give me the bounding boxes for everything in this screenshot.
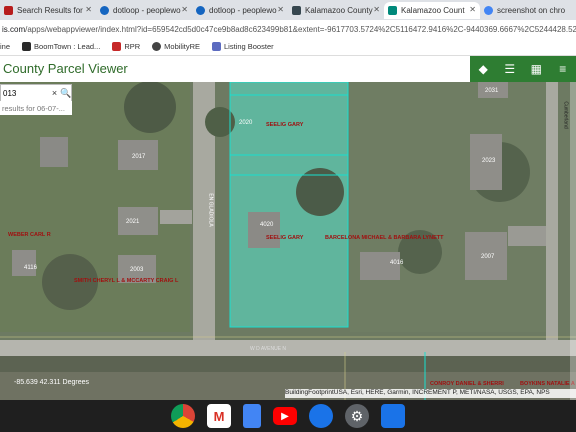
aerial-imagery — [0, 82, 576, 400]
favicon-icon — [100, 6, 109, 15]
house-number: 2023 — [482, 158, 496, 164]
rpr-icon — [112, 42, 122, 51]
owner-label: BOYKINS NATALIE A — [520, 381, 575, 387]
favicon-icon — [388, 6, 397, 15]
street-label: EN GLADIOLA — [207, 193, 214, 227]
search-icon[interactable]: 🔍 — [60, 88, 71, 99]
house-number: 4016 — [390, 260, 404, 266]
owner-label: SEELIG GARY — [266, 122, 304, 128]
url-host: is.com — [2, 24, 26, 34]
bookmark-label: MobilityRE — [164, 42, 200, 51]
google-icon — [484, 6, 493, 15]
owner-label: WEBER CARL R — [8, 232, 51, 238]
owner-label: SMITH CHERYL L & MCCARTY CRAIG L — [74, 278, 179, 284]
browser-tab-active[interactable]: Kalamazoo Count ✕ — [384, 2, 480, 19]
address-bar[interactable]: is.com/apps/webappviewer/index.html?id=6… — [0, 20, 576, 38]
bookmark-item[interactable]: Listing Booster — [212, 42, 274, 51]
tab-label: screenshot on chro — [497, 6, 566, 15]
house-number: 2021 — [126, 219, 140, 225]
map-canvas[interactable]: SEELIG GARY SEELIG GARY BARCELONA MICHAE… — [0, 82, 576, 400]
map-attribution: BuildingFootprintUSA, Esri, HERE, Garmin… — [285, 389, 576, 398]
bookmarks-bar: ine BoomTown : Lead... RPR MobilityRE Li… — [0, 38, 576, 56]
url-path: /apps/webappviewer/index.html?id=659542c… — [25, 24, 576, 34]
close-tab-icon[interactable]: ✕ — [373, 5, 380, 14]
toolbar: ◆ ☰ ▦ ≡ — [470, 56, 576, 82]
road-label: W D AVENUE N — [250, 346, 287, 352]
boomtown-icon — [22, 42, 32, 51]
house-number: 2007 — [481, 254, 495, 260]
house-number: 2017 — [132, 154, 146, 160]
menu-icon[interactable]: ≡ — [550, 56, 576, 82]
browser-tab[interactable]: dotloop - peoplewo ✕ — [192, 2, 288, 19]
grid-icon[interactable]: ▦ — [523, 56, 550, 82]
bookmark-label: RPR — [124, 42, 141, 51]
tab-strip: Search Results for ✕ dotloop - peoplewo … — [0, 0, 576, 20]
house-number: 4020 — [260, 222, 274, 228]
owner-label: CONROY DANIEL & SHERRI — [430, 381, 504, 387]
close-tab-icon[interactable]: ✕ — [469, 5, 476, 14]
favicon-icon — [292, 6, 301, 15]
close-tab-icon[interactable]: ✕ — [181, 5, 188, 14]
clear-search-icon[interactable]: × — [49, 88, 60, 98]
bookmark-item[interactable]: ine — [0, 42, 10, 51]
bookmark-label: Listing Booster — [224, 42, 274, 51]
owner-label: BARCELONA MICHAEL & BARBARA LYNETT — [325, 235, 444, 241]
bookmark-item[interactable]: BoomTown : Lead... — [22, 42, 100, 51]
owner-label: SEELIG GARY — [266, 235, 304, 241]
youtube-icon[interactable]: ▶ — [273, 407, 297, 425]
browser-tab[interactable]: Search Results for ✕ — [0, 2, 96, 19]
layers-icon[interactable]: ◆ — [470, 56, 497, 82]
bookmark-label: BoomTown : Lead... — [34, 42, 101, 51]
close-tab-icon[interactable]: ✕ — [277, 5, 284, 14]
list-icon[interactable]: ☰ — [497, 56, 524, 82]
app-header: County Parcel Viewer ◆ ☰ ▦ ≡ — [0, 56, 576, 83]
tab-label: dotloop - peoplewo — [113, 6, 181, 15]
os-shelf: M ▶ ⚙ — [0, 400, 576, 432]
listing-booster-icon — [212, 42, 221, 51]
chrome-icon[interactable] — [171, 404, 195, 428]
close-tab-icon[interactable]: ✕ — [85, 5, 92, 14]
search-result-hint[interactable]: results for 06-07-... — [0, 101, 72, 115]
search-input[interactable] — [1, 88, 49, 98]
bookmark-item[interactable]: RPR — [112, 42, 140, 51]
browser-tab[interactable]: dotloop - peoplewo ✕ — [96, 2, 192, 19]
favicon-icon — [4, 6, 13, 15]
bookmark-label: ine — [0, 42, 11, 51]
house-number: 2031 — [485, 88, 499, 94]
docs-icon[interactable] — [243, 404, 261, 428]
url-text[interactable]: is.com/apps/webappviewer/index.html?id=6… — [0, 25, 576, 34]
gmail-icon[interactable]: M — [207, 404, 231, 428]
street-label: Cumberland — [562, 101, 569, 129]
app-title: County Parcel Viewer — [3, 61, 128, 76]
parcel-search-widget: × 🔍 — [0, 84, 72, 102]
browser-tab[interactable]: screenshot on chro — [480, 2, 576, 19]
house-number: 2003 — [130, 267, 144, 273]
house-number: 4116 — [24, 265, 37, 271]
tab-label: Kalamazoo Count — [401, 6, 465, 15]
coordinate-readout: -85.639 42.311 Degrees — [14, 379, 89, 386]
browser-tab[interactable]: Kalamazoo County ✕ — [288, 2, 384, 19]
files-icon[interactable] — [381, 404, 405, 428]
tab-label: Search Results for — [17, 6, 83, 15]
map-scrollbar[interactable] — [570, 82, 576, 400]
tab-label: dotloop - peoplewo — [209, 6, 277, 15]
messages-icon[interactable] — [309, 404, 333, 428]
mobilityre-icon — [152, 42, 162, 51]
house-number: 2020 — [239, 120, 253, 126]
tab-label: Kalamazoo County — [305, 6, 373, 15]
favicon-icon — [196, 6, 205, 15]
bookmark-item[interactable]: MobilityRE — [152, 42, 200, 51]
settings-icon[interactable]: ⚙ — [345, 404, 369, 428]
